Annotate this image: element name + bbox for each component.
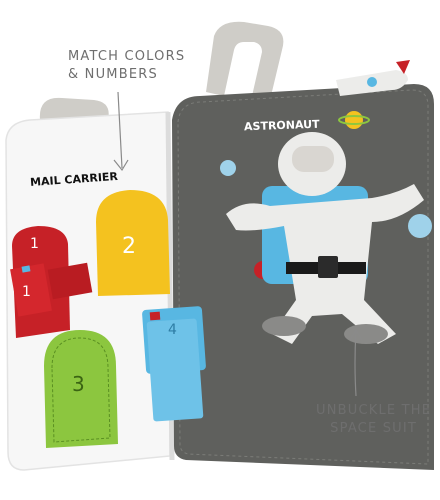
- yellow-door-number: 2: [122, 234, 136, 259]
- handle-right: [206, 21, 284, 100]
- planet-icon: [408, 214, 432, 238]
- astronaut-title: ASTRONAUT: [243, 117, 320, 134]
- planet-icon: [220, 160, 236, 176]
- blue-box-number: 4: [168, 322, 177, 338]
- red-box-number: 1: [30, 236, 39, 252]
- green-door-number: 3: [72, 372, 85, 396]
- red-card-number: 1: [22, 284, 31, 300]
- caption-bottom: UNBUCKLE THE SPACE SUIT: [316, 403, 432, 436]
- planet-icon: [345, 111, 363, 129]
- caption-top: MATCH COLORS & NUMBERS: [68, 49, 186, 82]
